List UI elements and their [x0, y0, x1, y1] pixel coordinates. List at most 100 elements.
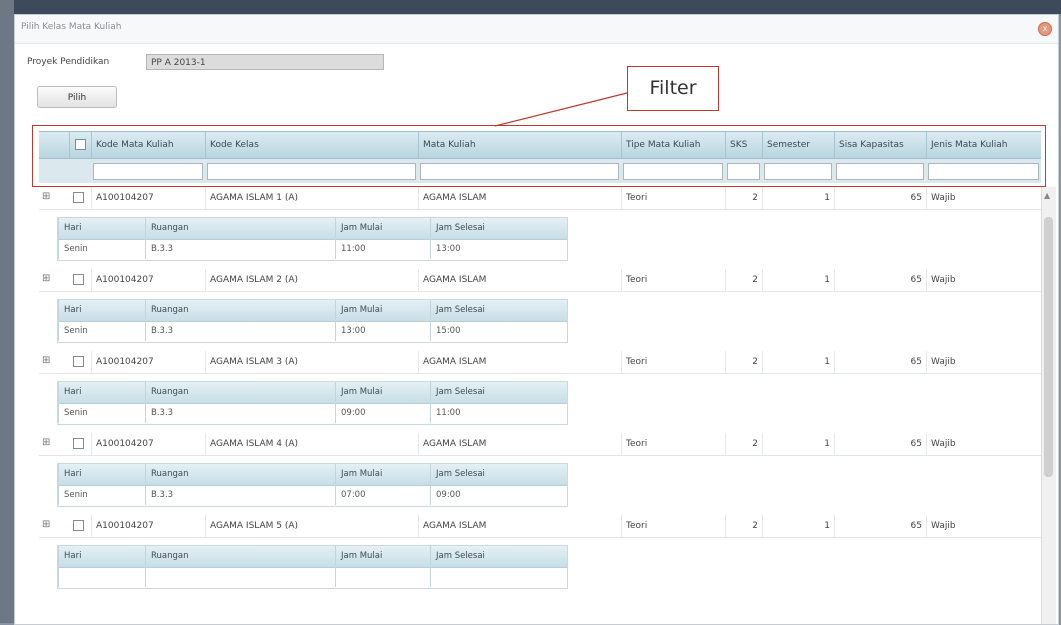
schedule-header-jam-mulai: Jam Mulai [335, 300, 430, 320]
row-checkbox[interactable] [73, 520, 84, 531]
cell-semester: 1 [762, 351, 834, 373]
filter-tipe-input[interactable] [623, 163, 723, 180]
cell-kode-kelas: AGAMA ISLAM 3 (A) [205, 351, 418, 373]
schedule-header-jam-mulai: Jam Mulai [335, 382, 430, 402]
schedule-header-row: Hari Ruangan Jam Mulai Jam Selesai [58, 382, 567, 404]
header-jenis-mata-kuliah[interactable]: Jenis Mata Kuliah [926, 132, 1041, 158]
schedule-header-row: Hari Ruangan Jam Mulai Jam Selesai [58, 218, 567, 240]
schedule-cell-jam-selesai: 13:00 [430, 239, 538, 259]
select-all-checkbox[interactable] [75, 139, 86, 150]
schedule-header-hari: Hari [58, 546, 145, 566]
schedule-header-hari: Hari [58, 382, 145, 402]
select-class-dialog: Pilih Kelas Mata Kuliah x Proyek Pendidi… [14, 14, 1059, 625]
schedule-cell-hari: Senin [58, 485, 145, 505]
schedule-header-hari: Hari [58, 464, 145, 484]
cell-kode-mk: A100104207 [91, 515, 205, 537]
schedule-header-jam-selesai: Jam Selesai [430, 382, 538, 402]
filter-sisa-kapasitas-input[interactable] [836, 163, 924, 180]
row-checkbox[interactable] [73, 356, 84, 367]
schedule-header-ruangan: Ruangan [145, 382, 335, 402]
header-tipe-mata-kuliah[interactable]: Tipe Mata Kuliah [621, 132, 725, 158]
cell-semester: 1 [762, 515, 834, 537]
scroll-thumb[interactable] [1044, 217, 1053, 477]
schedule-header-ruangan: Ruangan [145, 546, 335, 566]
schedule-header-ruangan: Ruangan [145, 464, 335, 484]
cell-jenis: Wajib [926, 187, 1041, 209]
schedule-header-hari: Hari [58, 300, 145, 320]
cell-tipe: Teori [621, 515, 725, 537]
filter-mata-kuliah-input[interactable] [420, 163, 619, 180]
expand-icon[interactable]: ⊞ [42, 274, 52, 284]
course-row[interactable]: ⊞ A100104207 AGAMA ISLAM 1 (A) AGAMA ISLAM T… [39, 187, 1041, 210]
cell-sisa: 65 [834, 433, 926, 455]
expand-icon[interactable]: ⊞ [42, 356, 52, 366]
vertical-scrollbar[interactable]: ▲ [1041, 187, 1056, 624]
schedule-header-ruangan: Ruangan [145, 300, 335, 320]
header-kode-mata-kuliah[interactable]: Kode Mata Kuliah [91, 132, 205, 158]
cell-kode-mk: A100104207 [91, 269, 205, 291]
course-row[interactable]: ⊞ A100104207 AGAMA ISLAM 2 (A) AGAMA ISLAM T… [39, 269, 1041, 292]
filter-jenis-input[interactable] [928, 163, 1039, 180]
row-checkbox[interactable] [73, 192, 84, 203]
schedule-row: Senin B.3.3 13:00 15:00 [58, 321, 567, 342]
cell-sks: 2 [725, 269, 762, 291]
cell-sks: 2 [725, 187, 762, 209]
cell-kode-mk: A100104207 [91, 433, 205, 455]
course-row[interactable]: ⊞ A100104207 AGAMA ISLAM 5 (A) AGAMA ISLAM T… [39, 515, 1041, 538]
cell-jenis: Wajib [926, 433, 1041, 455]
cell-sks: 2 [725, 351, 762, 373]
schedule-header-jam-mulai: Jam Mulai [335, 464, 430, 484]
expand-icon[interactable]: ⊞ [42, 520, 52, 530]
expand-icon[interactable]: ⊞ [42, 438, 52, 448]
cell-sks: 2 [725, 433, 762, 455]
cell-kode-kelas: AGAMA ISLAM 4 (A) [205, 433, 418, 455]
schedule-cell-jam-mulai: 13:00 [335, 321, 430, 341]
cell-sisa: 65 [834, 269, 926, 291]
header-sks[interactable]: SKS [725, 132, 762, 158]
schedule-cell-ruangan [145, 567, 335, 587]
course-row[interactable]: ⊞ A100104207 AGAMA ISLAM 4 (A) AGAMA ISLAM T… [39, 433, 1041, 456]
filter-semester-input[interactable] [764, 163, 832, 180]
expand-icon[interactable]: ⊞ [42, 192, 52, 202]
filter-callout: Filter [627, 66, 719, 111]
cell-kode-mk: A100104207 [91, 351, 205, 373]
header-mata-kuliah[interactable]: Mata Kuliah [418, 132, 621, 158]
schedule-cell-jam-mulai [335, 567, 430, 587]
schedule-cell-jam-mulai: 07:00 [335, 485, 430, 505]
cell-jenis: Wajib [926, 269, 1041, 291]
filter-kode-kelas-input[interactable] [207, 163, 416, 180]
header-kode-kelas[interactable]: Kode Kelas [205, 132, 418, 158]
scroll-up-icon[interactable]: ▲ [1044, 191, 1050, 200]
header-sisa-kapasitas[interactable]: Sisa Kapasitas [834, 132, 926, 158]
cell-mata-kuliah: AGAMA ISLAM [418, 515, 621, 537]
cell-tipe: Teori [621, 187, 725, 209]
schedule-header-row: Hari Ruangan Jam Mulai Jam Selesai [58, 546, 567, 568]
course-row[interactable]: ⊞ A100104207 AGAMA ISLAM 3 (A) AGAMA ISLAM T… [39, 351, 1041, 374]
cell-semester: 1 [762, 269, 834, 291]
cell-jenis: Wajib [926, 351, 1041, 373]
schedule-header-row: Hari Ruangan Jam Mulai Jam Selesai [58, 464, 567, 486]
row-checkbox[interactable] [73, 274, 84, 285]
cell-kode-mk: A100104207 [91, 187, 205, 209]
filter-sks-input[interactable] [727, 163, 760, 180]
schedule-row: Senin B.3.3 11:00 13:00 [58, 239, 567, 260]
filter-kode-mata-kuliah-input[interactable] [93, 163, 203, 180]
cell-kode-kelas: AGAMA ISLAM 5 (A) [205, 515, 418, 537]
row-checkbox[interactable] [73, 438, 84, 449]
cell-semester: 1 [762, 433, 834, 455]
schedule-subgrid: Hari Ruangan Jam Mulai Jam Selesai Senin B.3.… [57, 463, 568, 507]
schedule-cell-jam-selesai: 15:00 [430, 321, 538, 341]
cell-kode-kelas: AGAMA ISLAM 1 (A) [205, 187, 418, 209]
schedule-cell-ruangan: B.3.3 [145, 321, 335, 341]
schedule-header-hari: Hari [58, 218, 145, 238]
schedule-cell-jam-selesai: 09:00 [430, 485, 538, 505]
schedule-header-jam-selesai: Jam Selesai [430, 546, 538, 566]
schedule-cell-jam-selesai [430, 567, 538, 587]
schedule-row: Senin B.3.3 07:00 09:00 [58, 485, 567, 506]
schedule-header-ruangan: Ruangan [145, 218, 335, 238]
schedule-cell-ruangan: B.3.3 [145, 403, 335, 423]
header-semester[interactable]: Semester [762, 132, 834, 158]
schedule-subgrid: Hari Ruangan Jam Mulai Jam Selesai Senin B.3.… [57, 381, 568, 425]
cell-sks: 2 [725, 515, 762, 537]
header-select-all-cell [69, 132, 91, 158]
